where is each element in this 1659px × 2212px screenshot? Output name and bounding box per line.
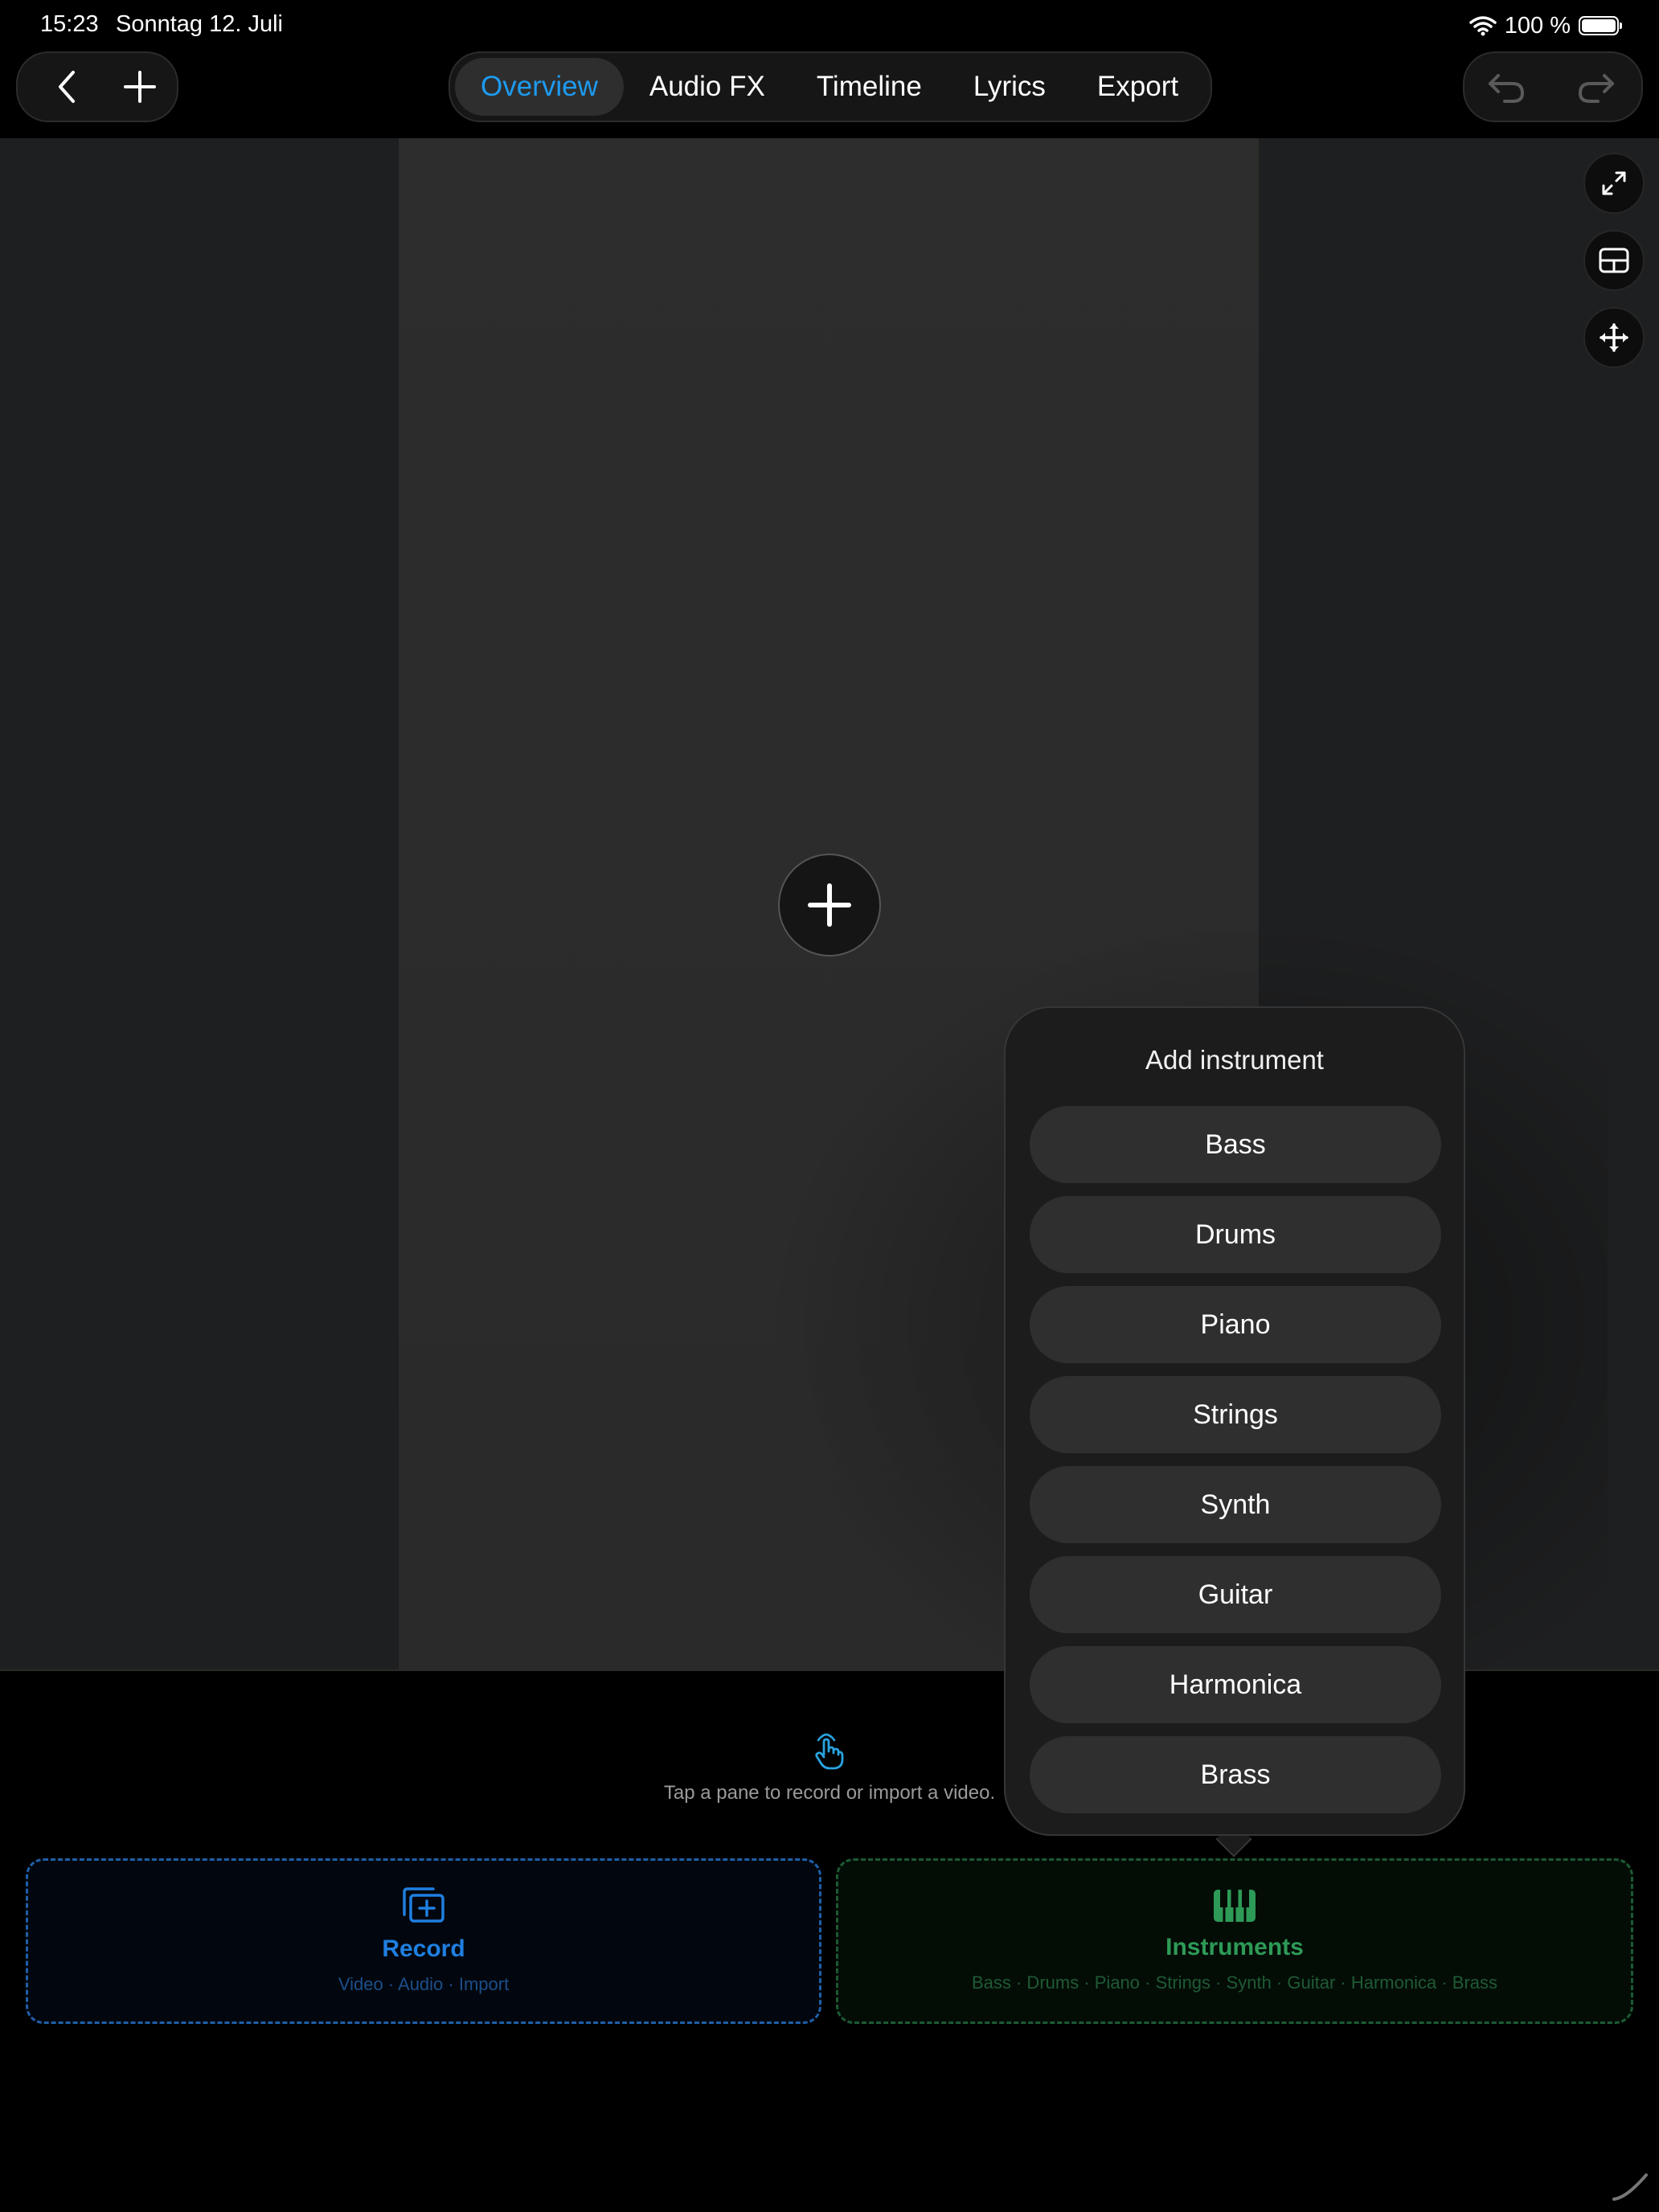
instruments-title: Instruments	[1165, 1934, 1304, 1960]
tap-hand-icon	[815, 1733, 844, 1770]
tab-export[interactable]: Export	[1071, 58, 1204, 116]
wifi-icon	[1469, 16, 1497, 36]
tab-bar: Overview Audio FX Timeline Lyrics Export	[449, 51, 1212, 122]
instrument-list: Bass Drums Piano Strings Synth Guitar Ha…	[1030, 1106, 1441, 1826]
instrument-guitar-button[interactable]: Guitar	[1030, 1556, 1441, 1633]
chevron-left-icon	[59, 71, 75, 103]
status-time: 15:23	[40, 11, 99, 37]
move-arrows-icon	[1600, 323, 1628, 352]
tab-lyrics[interactable]: Lyrics	[948, 58, 1071, 116]
piano-icon	[1214, 1890, 1256, 1922]
instrument-synth-button[interactable]: Synth	[1030, 1466, 1441, 1543]
tab-timeline[interactable]: Timeline	[791, 58, 948, 116]
move-button[interactable]	[1583, 307, 1645, 368]
instrument-harmonica-button[interactable]: Harmonica	[1030, 1646, 1441, 1723]
instrument-bass-button[interactable]: Bass	[1030, 1106, 1441, 1183]
battery-icon	[1579, 16, 1622, 35]
instrument-drums-button[interactable]: Drums	[1030, 1196, 1441, 1273]
instrument-piano-button[interactable]: Piano	[1030, 1286, 1441, 1363]
grid-layout-icon	[1599, 248, 1629, 273]
battery-percentage: 100 %	[1504, 12, 1571, 39]
tab-audio-fx[interactable]: Audio FX	[624, 58, 791, 116]
record-card[interactable]: Record Video · Audio · Import	[26, 1858, 821, 2024]
add-media-icon	[403, 1887, 444, 1923]
redo-button[interactable]	[1561, 53, 1632, 121]
instruments-subtitle: Bass · Drums · Piano · Strings · Synth ·…	[971, 1972, 1498, 1993]
record-title: Record	[382, 1936, 465, 1962]
add-instrument-popup: Add instrument Bass Drums Piano Strings …	[1004, 1006, 1465, 1836]
tab-overview[interactable]: Overview	[455, 58, 624, 116]
instrument-strings-button[interactable]: Strings	[1030, 1376, 1441, 1453]
undo-button[interactable]	[1471, 53, 1542, 121]
redo-icon	[1578, 74, 1614, 103]
record-subtitle: Video · Audio · Import	[338, 1974, 510, 1994]
history-group	[1463, 51, 1643, 122]
status-date: Sonntag 12. Juli	[116, 11, 283, 37]
nav-left-group	[16, 51, 178, 122]
back-button[interactable]	[32, 53, 103, 121]
popup-title: Add instrument	[1145, 1045, 1324, 1075]
expand-icon	[1602, 171, 1626, 195]
grid-layout-button[interactable]	[1583, 230, 1645, 291]
expand-button[interactable]	[1583, 153, 1645, 214]
instruments-card[interactable]: Instruments Bass · Drums · Piano · Strin…	[836, 1858, 1633, 2024]
instrument-brass-button[interactable]: Brass	[1030, 1736, 1441, 1813]
plus-icon	[808, 883, 851, 927]
undo-icon	[1489, 74, 1525, 103]
plus-icon	[124, 71, 156, 103]
add-button[interactable]	[104, 53, 175, 121]
corner-indicator	[1612, 2173, 1648, 2201]
add-pane-button[interactable]	[778, 854, 881, 956]
status-indicators: 100 %	[1469, 11, 1622, 40]
